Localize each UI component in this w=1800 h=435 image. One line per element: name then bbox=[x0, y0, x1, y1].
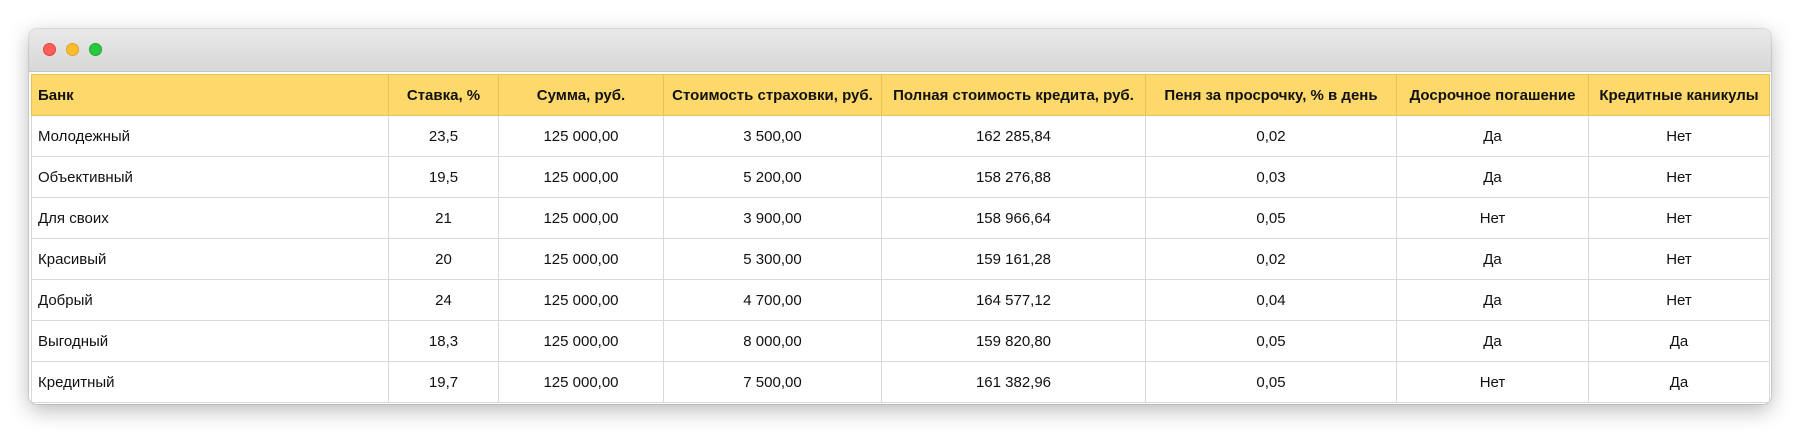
cell-penalty: 0,03 bbox=[1145, 156, 1397, 198]
column-header-early-repayment: Досрочное погашение bbox=[1396, 74, 1589, 116]
cell-amount: 125 000,00 bbox=[498, 115, 664, 157]
table-header: Банк Ставка, % Сумма, руб. Стоимость стр… bbox=[31, 74, 1770, 116]
close-window-button[interactable] bbox=[43, 43, 56, 56]
cell-full-loan-cost: 158 276,88 bbox=[881, 156, 1146, 198]
cell-penalty: 0,05 bbox=[1145, 320, 1397, 362]
cell-full-loan-cost: 161 382,96 bbox=[881, 361, 1146, 403]
table-row: Красивый 20 125 000,00 5 300,00 159 161,… bbox=[31, 238, 1770, 280]
cell-penalty: 0,02 bbox=[1145, 115, 1397, 157]
cell-penalty: 0,04 bbox=[1145, 279, 1397, 321]
app-window: Банк Ставка, % Сумма, руб. Стоимость стр… bbox=[29, 29, 1771, 404]
cell-insurance-cost: 3 500,00 bbox=[663, 115, 882, 157]
column-header-amount: Сумма, руб. bbox=[498, 74, 664, 116]
cell-bank: Молодежный bbox=[31, 115, 389, 157]
cell-rate: 23,5 bbox=[388, 115, 499, 157]
cell-bank: Кредитный bbox=[31, 361, 389, 403]
cell-insurance-cost: 7 500,00 bbox=[663, 361, 882, 403]
table-row: Кредитный 19,7 125 000,00 7 500,00 161 3… bbox=[31, 361, 1770, 403]
cell-rate: 20 bbox=[388, 238, 499, 280]
cell-rate: 19,5 bbox=[388, 156, 499, 198]
cell-credit-holidays: Нет bbox=[1588, 156, 1770, 198]
table-row: Выгодный 18,3 125 000,00 8 000,00 159 82… bbox=[31, 320, 1770, 362]
table-row: Для своих 21 125 000,00 3 900,00 158 966… bbox=[31, 197, 1770, 239]
cell-early-repayment: Да bbox=[1396, 115, 1589, 157]
content-area: Банк Ставка, % Сумма, руб. Стоимость стр… bbox=[29, 72, 1771, 404]
cell-penalty: 0,05 bbox=[1145, 361, 1397, 403]
cell-early-repayment: Да bbox=[1396, 238, 1589, 280]
column-header-penalty: Пеня за просрочку, % в день bbox=[1145, 74, 1397, 116]
cell-insurance-cost: 3 900,00 bbox=[663, 197, 882, 239]
cell-early-repayment: Да bbox=[1396, 320, 1589, 362]
loan-comparison-table: Банк Ставка, % Сумма, руб. Стоимость стр… bbox=[31, 74, 1770, 403]
cell-credit-holidays: Да bbox=[1588, 361, 1770, 403]
cell-early-repayment: Нет bbox=[1396, 361, 1589, 403]
cell-early-repayment: Да bbox=[1396, 279, 1589, 321]
cell-penalty: 0,02 bbox=[1145, 238, 1397, 280]
cell-credit-holidays: Нет bbox=[1588, 115, 1770, 157]
cell-credit-holidays: Нет bbox=[1588, 279, 1770, 321]
cell-rate: 21 bbox=[388, 197, 499, 239]
cell-credit-holidays: Нет bbox=[1588, 197, 1770, 239]
column-header-credit-holidays: Кредитные каникулы bbox=[1588, 74, 1770, 116]
cell-insurance-cost: 5 300,00 bbox=[663, 238, 882, 280]
minimize-window-button[interactable] bbox=[66, 43, 79, 56]
header-row: Банк Ставка, % Сумма, руб. Стоимость стр… bbox=[31, 74, 1770, 116]
cell-full-loan-cost: 158 966,64 bbox=[881, 197, 1146, 239]
maximize-window-button[interactable] bbox=[89, 43, 102, 56]
cell-bank: Для своих bbox=[31, 197, 389, 239]
cell-full-loan-cost: 159 820,80 bbox=[881, 320, 1146, 362]
title-bar[interactable] bbox=[29, 29, 1771, 72]
cell-amount: 125 000,00 bbox=[498, 197, 664, 239]
cell-early-repayment: Да bbox=[1396, 156, 1589, 198]
column-header-insurance-cost: Стоимость страховки, руб. bbox=[663, 74, 882, 116]
cell-bank: Красивый bbox=[31, 238, 389, 280]
cell-full-loan-cost: 162 285,84 bbox=[881, 115, 1146, 157]
column-header-rate: Ставка, % bbox=[388, 74, 499, 116]
cell-full-loan-cost: 164 577,12 bbox=[881, 279, 1146, 321]
cell-amount: 125 000,00 bbox=[498, 320, 664, 362]
cell-bank: Объективный bbox=[31, 156, 389, 198]
cell-amount: 125 000,00 bbox=[498, 279, 664, 321]
table-row: Молодежный 23,5 125 000,00 3 500,00 162 … bbox=[31, 115, 1770, 157]
table-row: Объективный 19,5 125 000,00 5 200,00 158… bbox=[31, 156, 1770, 198]
cell-amount: 125 000,00 bbox=[498, 156, 664, 198]
cell-bank: Добрый bbox=[31, 279, 389, 321]
column-header-full-loan-cost: Полная стоимость кредита, руб. bbox=[881, 74, 1146, 116]
cell-early-repayment: Нет bbox=[1396, 197, 1589, 239]
cell-penalty: 0,05 bbox=[1145, 197, 1397, 239]
table-row: Добрый 24 125 000,00 4 700,00 164 577,12… bbox=[31, 279, 1770, 321]
cell-bank: Выгодный bbox=[31, 320, 389, 362]
cell-rate: 24 bbox=[388, 279, 499, 321]
cell-insurance-cost: 5 200,00 bbox=[663, 156, 882, 198]
cell-full-loan-cost: 159 161,28 bbox=[881, 238, 1146, 280]
cell-rate: 18,3 bbox=[388, 320, 499, 362]
cell-insurance-cost: 8 000,00 bbox=[663, 320, 882, 362]
column-header-bank: Банк bbox=[31, 74, 389, 116]
cell-amount: 125 000,00 bbox=[498, 238, 664, 280]
cell-credit-holidays: Да bbox=[1588, 320, 1770, 362]
cell-insurance-cost: 4 700,00 bbox=[663, 279, 882, 321]
cell-amount: 125 000,00 bbox=[498, 361, 664, 403]
cell-credit-holidays: Нет bbox=[1588, 238, 1770, 280]
table-body: Молодежный 23,5 125 000,00 3 500,00 162 … bbox=[31, 115, 1770, 403]
cell-rate: 19,7 bbox=[388, 361, 499, 403]
